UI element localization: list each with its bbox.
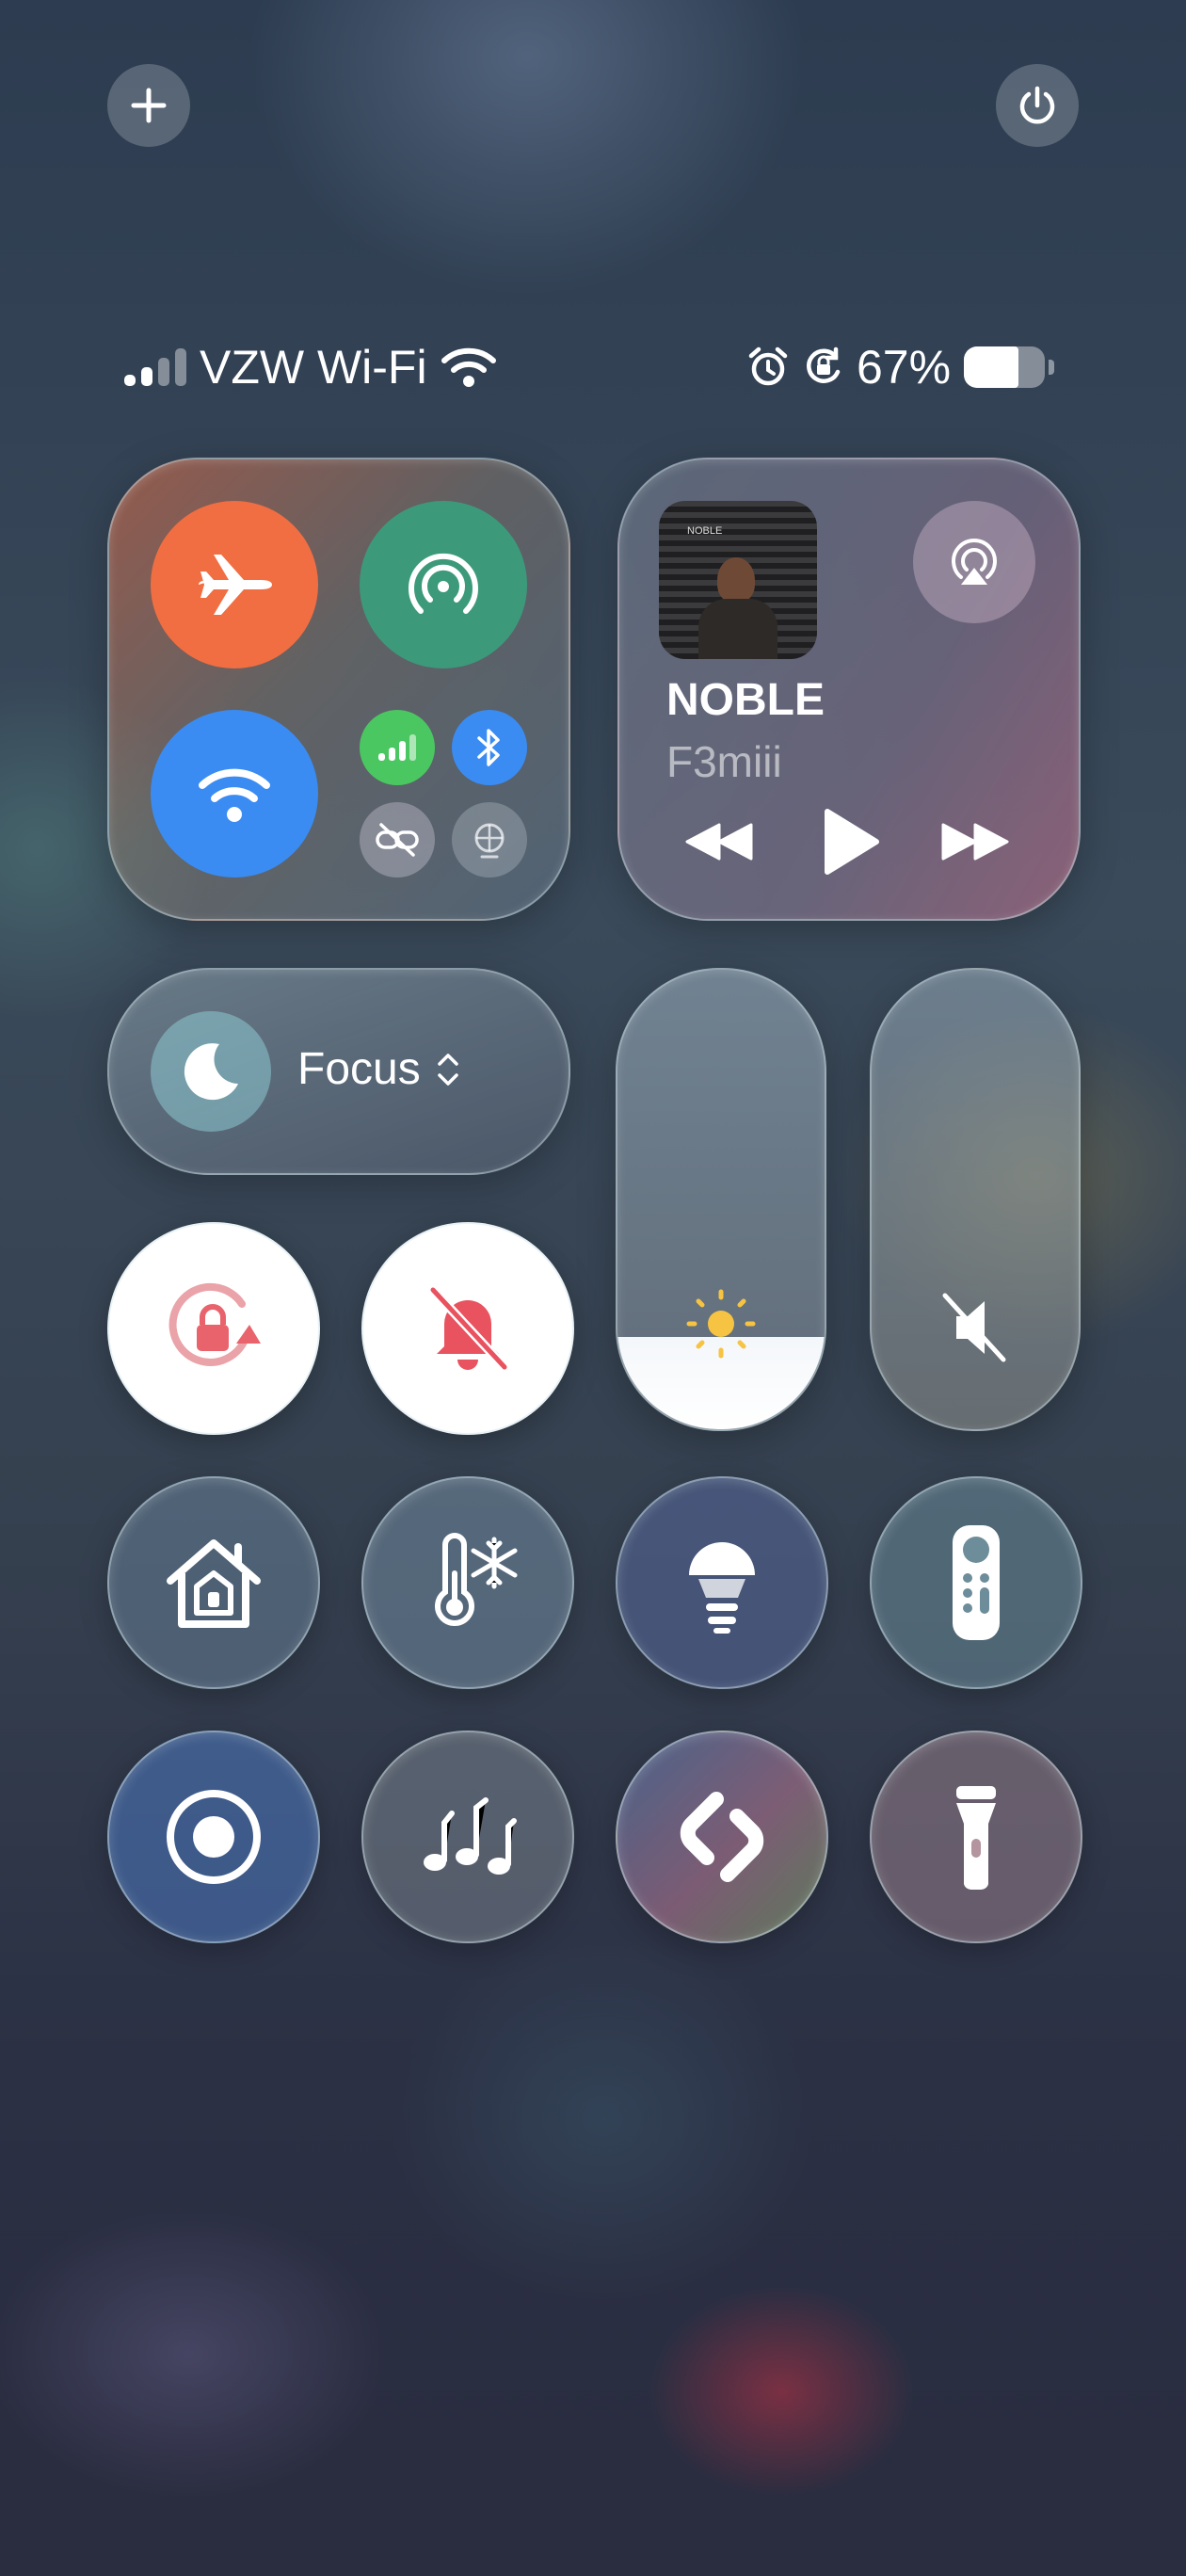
album-artwork: NOBLE: [659, 501, 817, 659]
flashlight-icon: [956, 1786, 996, 1891]
airdrop-icon: [409, 554, 478, 614]
rotation-lock-toggle[interactable]: [107, 1222, 320, 1435]
plus-icon: [131, 88, 167, 123]
light-bulb-icon: [689, 1542, 755, 1634]
music-notes-icon: [424, 1797, 517, 1875]
light-button[interactable]: [616, 1476, 828, 1689]
rotation-lock-icon: [807, 346, 841, 383]
airplay-icon: [952, 539, 997, 585]
home-icon: [167, 1539, 261, 1628]
status-bar-left: VZW Wi-Fi: [122, 339, 497, 395]
apple-tv-remote-icon: [953, 1525, 1000, 1640]
artwork-text: NOBLE: [687, 525, 723, 537]
shazam-icon: [680, 1792, 764, 1882]
satellite-icon: [474, 823, 505, 859]
power-button[interactable]: [996, 64, 1079, 147]
focus-label-row: Focus: [297, 1043, 462, 1095]
play-button[interactable]: [813, 804, 889, 879]
song-artist: F3miii: [666, 737, 782, 786]
bluetooth-icon: [477, 729, 500, 766]
climate-button[interactable]: [361, 1476, 574, 1689]
chevron-up-down-icon: [437, 1053, 458, 1086]
home-button[interactable]: [107, 1476, 320, 1689]
bluetooth-button[interactable]: [452, 710, 527, 785]
screen-recording-button[interactable]: [107, 1731, 320, 1943]
fast-forward-button[interactable]: [938, 813, 1013, 870]
focus-label: Focus: [297, 1044, 421, 1094]
rewind-button[interactable]: [681, 813, 757, 870]
airplane-mode-button[interactable]: [151, 501, 318, 668]
fast-forward-icon: [941, 823, 1009, 861]
cellular-icon: [378, 734, 416, 761]
add-control-button[interactable]: [107, 64, 190, 147]
airdrop-button[interactable]: [360, 501, 527, 668]
airplay-button[interactable]: [913, 501, 1035, 623]
cellular-signal-icon: [124, 348, 186, 386]
now-playing-panel[interactable]: NOBLE NOBLE F3miii: [617, 458, 1081, 921]
vpn-link-button[interactable]: [360, 802, 435, 877]
rewind-icon: [685, 823, 753, 861]
focus-button[interactable]: Focus: [107, 968, 570, 1175]
brightness-slider[interactable]: [616, 968, 826, 1431]
song-title: NOBLE: [666, 675, 825, 725]
speaker-muted-icon: [942, 1293, 1006, 1362]
thermometer-snowflake-icon: [435, 1533, 518, 1626]
moon-icon-container: [151, 1011, 271, 1132]
sun-icon: [686, 1289, 756, 1359]
remote-button[interactable]: [870, 1476, 1082, 1689]
alarm-icon: [748, 346, 788, 386]
cellular-data-button[interactable]: [360, 710, 435, 785]
play-icon: [825, 809, 879, 875]
music-recognition-button[interactable]: [361, 1731, 574, 1943]
flashlight-button[interactable]: [870, 1731, 1082, 1943]
wifi-button[interactable]: [151, 710, 318, 877]
carrier-label: VZW Wi-Fi: [200, 341, 427, 394]
screen-record-icon: [167, 1790, 261, 1884]
rotation-lock-icon: [168, 1282, 261, 1366]
power-icon: [1019, 86, 1055, 124]
connectivity-panel: [107, 458, 570, 921]
volume-slider[interactable]: [870, 968, 1081, 1431]
status-bar-right: 67%: [745, 339, 1055, 395]
bell-slash-icon: [428, 1285, 509, 1372]
wifi-icon: [199, 768, 270, 822]
wifi-icon: [441, 347, 496, 387]
airplane-icon: [199, 555, 272, 615]
battery-percent: 67%: [857, 341, 952, 394]
battery-icon: [964, 346, 1055, 388]
shazam-button[interactable]: [616, 1731, 828, 1943]
moon-icon: [184, 1043, 238, 1101]
satellite-button[interactable]: [452, 802, 527, 877]
silent-mode-toggle[interactable]: [361, 1222, 574, 1435]
link-off-icon: [376, 823, 419, 857]
